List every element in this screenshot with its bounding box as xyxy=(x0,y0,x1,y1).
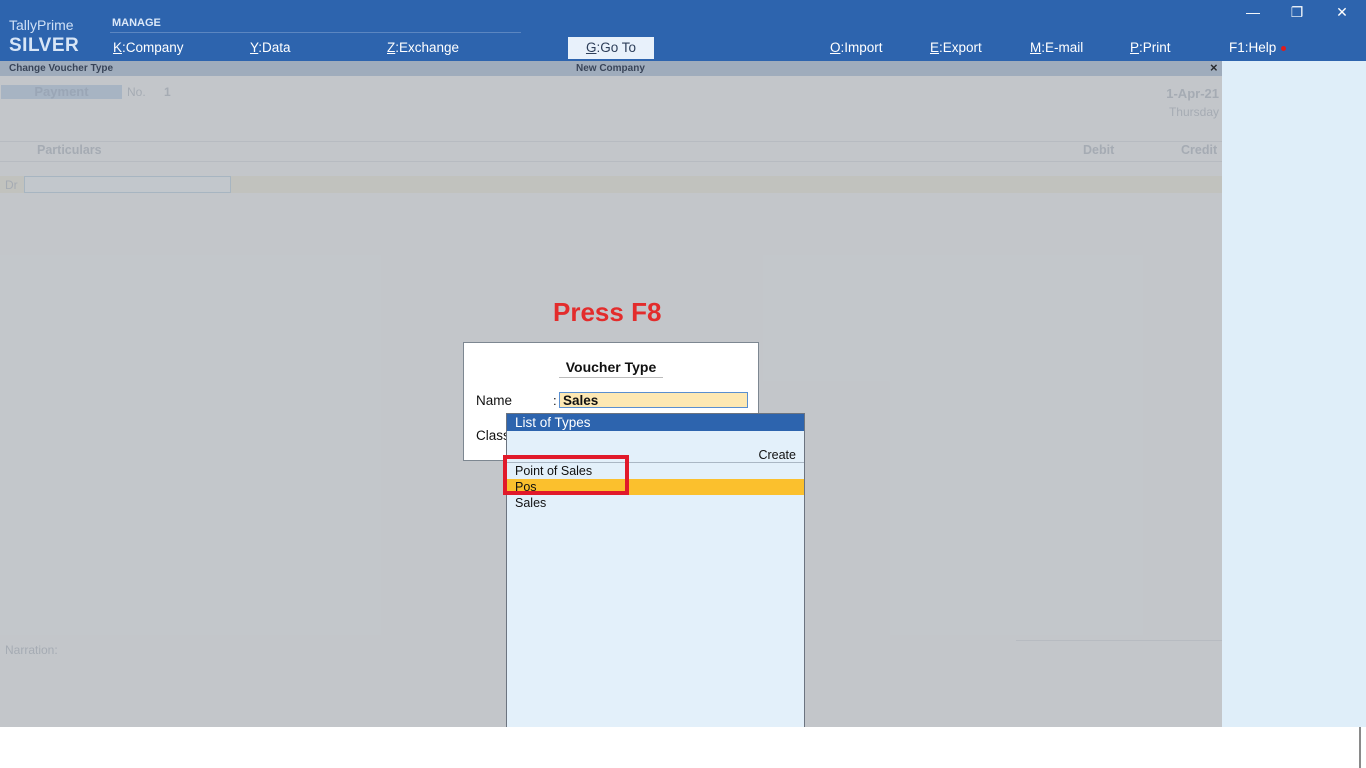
notification-dot-icon xyxy=(1281,45,1287,51)
app-edition: SILVER xyxy=(9,35,80,56)
menu-help[interactable]: F1:Help xyxy=(1229,40,1287,55)
menu-exchange[interactable]: Z:Exchange xyxy=(387,40,459,55)
menu-export[interactable]: E:Export xyxy=(930,40,982,55)
manage-divider xyxy=(110,32,521,33)
name-colon: : xyxy=(553,393,557,408)
menu-company[interactable]: K:Company xyxy=(113,40,184,55)
menu-import[interactable]: O:Import xyxy=(830,40,883,55)
menu-data[interactable]: Y:Data xyxy=(250,40,291,55)
class-label: Class xyxy=(476,428,510,443)
highlight-box-annotation xyxy=(503,455,629,495)
close-window-icon[interactable]: ✕ xyxy=(1332,4,1352,21)
manage-label: MANAGE xyxy=(112,17,161,29)
restore-icon[interactable]: ❐ xyxy=(1287,4,1307,21)
menu-email[interactable]: M:E-mail xyxy=(1030,40,1083,55)
right-button-panel xyxy=(1222,61,1366,727)
press-f8-annotation: Press F8 xyxy=(553,297,662,327)
name-input[interactable]: Sales xyxy=(559,392,748,408)
minimize-icon[interactable]: — xyxy=(1243,4,1263,20)
top-menu-bar: TallyPrime SILVER MANAGE K:Company Y:Dat… xyxy=(0,0,1366,61)
goto-button[interactable]: G:Go To xyxy=(568,37,654,59)
edge-divider xyxy=(1359,727,1361,768)
menu-print[interactable]: P:Print xyxy=(1130,40,1171,55)
list-title: List of Types xyxy=(507,414,804,431)
list-item-sales[interactable]: Sales xyxy=(507,495,804,511)
name-label: Name xyxy=(476,393,513,408)
title-underline xyxy=(559,377,663,378)
dialog-title: Voucher Type xyxy=(565,359,657,375)
bottom-strip xyxy=(0,727,1366,768)
app-name: TallyPrime xyxy=(9,17,74,33)
create-button[interactable]: Create xyxy=(758,448,796,462)
